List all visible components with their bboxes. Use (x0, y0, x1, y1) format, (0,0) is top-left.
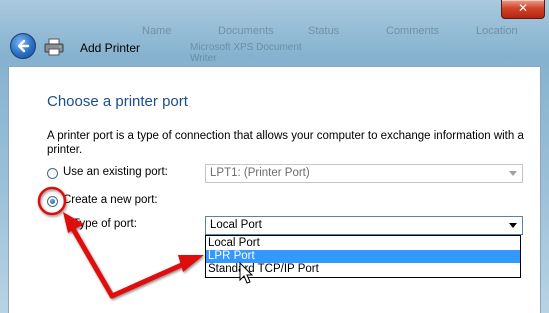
create-new-port-label[interactable]: Create a new port: (63, 194, 158, 206)
chevron-down-icon (509, 171, 517, 176)
wizard-header: Add Printer (0, 28, 549, 66)
use-existing-port-label[interactable]: Use an existing port: (63, 166, 168, 178)
page-heading: Choose a printer port (47, 93, 188, 110)
port-type-select[interactable]: Local Port (205, 216, 523, 235)
back-button[interactable] (10, 33, 36, 59)
window-frame: Name Documents Status Comments Location … (0, 0, 549, 313)
dropdown-option-standard-tcpip-port[interactable]: Standard TCP/IP Port (206, 263, 520, 276)
wizard-content: Choose a printer port A printer port is … (8, 66, 541, 313)
back-arrow-icon (17, 39, 30, 53)
chevron-down-icon (509, 223, 517, 228)
dropdown-option-local-port[interactable]: Local Port (206, 237, 520, 250)
create-new-port-radio[interactable] (47, 196, 58, 207)
page-description: A printer port is a type of connection t… (47, 130, 524, 156)
port-type-dropdown-list[interactable]: Local Port LPR Port Standard TCP/IP Port (205, 235, 521, 278)
existing-port-value: LPT1: (Printer Port) (210, 167, 310, 179)
window-title: Add Printer (80, 41, 141, 55)
close-icon: ✕ (517, 1, 529, 15)
printer-icon (44, 38, 64, 56)
use-existing-port-radio[interactable] (47, 168, 58, 179)
existing-port-select[interactable]: LPT1: (Printer Port) (205, 164, 523, 183)
port-type-label: Type of port: (73, 218, 137, 230)
dropdown-option-lpr-port[interactable]: LPR Port (206, 250, 520, 263)
port-type-value: Local Port (210, 219, 262, 231)
close-button[interactable]: ✕ (501, 0, 545, 19)
